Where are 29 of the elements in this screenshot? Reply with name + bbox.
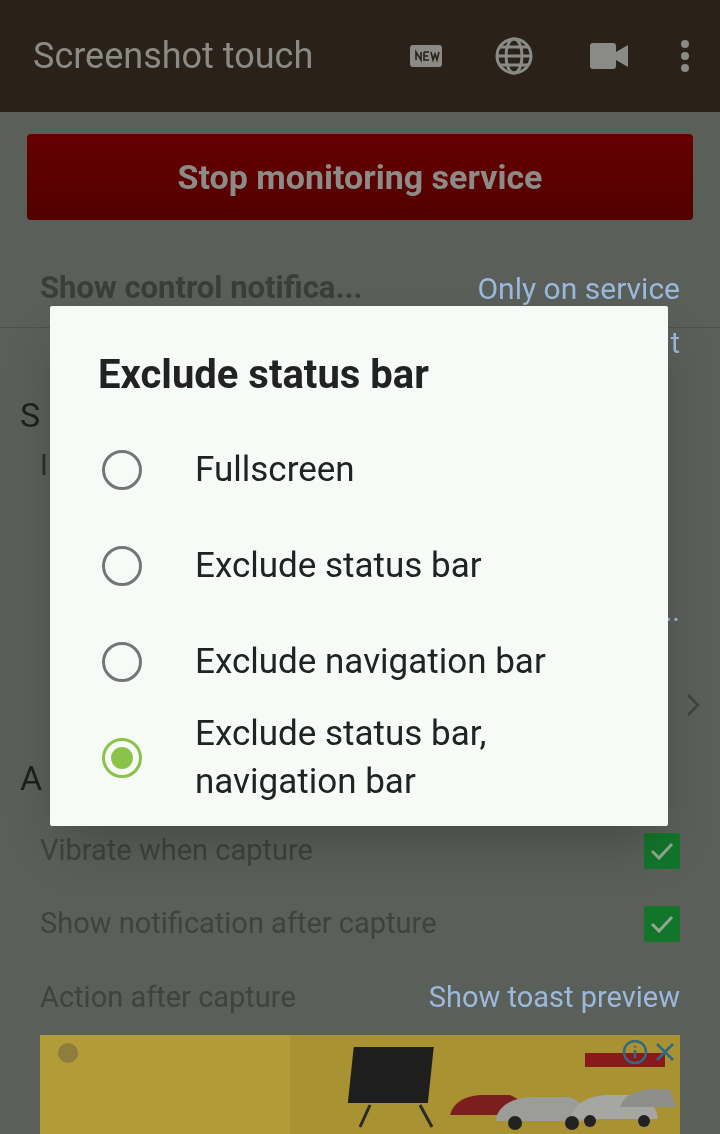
option-label: Exclude navigation bar (195, 640, 546, 684)
info-icon[interactable] (622, 1039, 648, 1065)
more-menu-icon[interactable] (680, 39, 690, 73)
video-camera-icon[interactable] (590, 43, 628, 69)
radio-option[interactable]: Fullscreen (50, 422, 668, 518)
app-title: Screenshot touch (33, 34, 315, 79)
radio-button[interactable] (102, 642, 142, 682)
option-label: Exclude status bar, navigation bar (195, 712, 488, 804)
globe-icon[interactable] (494, 36, 534, 76)
option-label: Exclude status bar (195, 544, 482, 588)
option-label: Fullscreen (195, 448, 355, 492)
section-header: S (20, 393, 41, 437)
radio-button[interactable] (102, 738, 142, 778)
setting-value: Only on service (477, 270, 680, 308)
setting-value: Show toast preview (428, 979, 680, 1017)
dialog-title: Exclude status bar (97, 350, 430, 400)
setting-value: t (670, 328, 680, 358)
radio-option[interactable]: Exclude status bar, navigation bar (50, 710, 668, 806)
radio-option[interactable]: Exclude status bar (50, 518, 668, 614)
radio-option[interactable]: Exclude navigation bar (50, 614, 668, 710)
stop-service-button[interactable]: Stop monitoring service (27, 134, 693, 220)
radio-button[interactable] (102, 450, 142, 490)
radio-button[interactable] (102, 546, 142, 586)
new-badge-icon[interactable] (410, 45, 442, 67)
section-header: A (20, 757, 43, 800)
close-icon[interactable] (654, 1041, 676, 1063)
checkbox[interactable] (644, 906, 680, 942)
chevron-right-icon (686, 693, 700, 717)
checkbox[interactable] (644, 833, 680, 869)
